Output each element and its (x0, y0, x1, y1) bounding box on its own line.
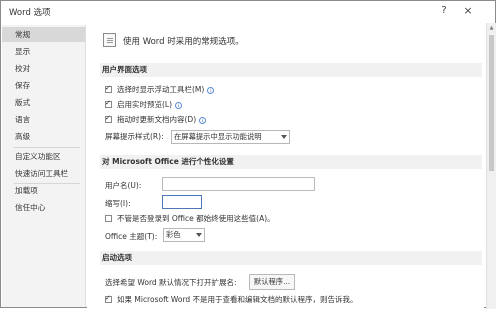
always-use-values-label: 不管是否登录到 Office 都始终使用这些值(A)。 (117, 214, 275, 223)
default-programs-button[interactable]: 默认程序... (249, 274, 295, 290)
office-theme-value: 彩色 (166, 230, 181, 239)
screentip-value: 在屏幕提示中显示功能说明 (174, 132, 262, 141)
sidebar-item-quick-access-toolbar[interactable]: 快速访问工具栏 (2, 166, 85, 181)
sidebar-item-customize-ribbon[interactable]: 自定义功能区 (2, 149, 85, 164)
section-ui-options: 用户界面选项 (100, 63, 482, 77)
intro-text: 使用 Word 时采用的常规选项。 (123, 37, 244, 47)
sidebar-separator (14, 147, 80, 148)
screentip-label: 屏幕提示样式(R): (105, 132, 164, 141)
update-while-dragging-label: 拖动时更新文档内容(D) (117, 115, 197, 124)
options-sidebar: 常规 显示 校对 保存 版式 语言 高级 自定义功能区 快速访问工具栏 加载项 … (2, 25, 86, 307)
live-preview-checkbox[interactable] (105, 99, 112, 108)
sidebar-item-proofing[interactable]: 校对 (2, 61, 85, 76)
default-extensions-label: 选择希望 Word 默认情况下打开扩展名: (105, 278, 237, 287)
general-options-icon (103, 33, 116, 47)
sidebar-item-advanced[interactable]: 高级 (2, 129, 85, 144)
mini-toolbar-label: 选择时显示浮动工具栏(M) (117, 85, 205, 94)
username-field[interactable] (162, 177, 315, 191)
chevron-down-icon (281, 135, 287, 139)
always-use-values-checkbox[interactable] (105, 215, 112, 222)
screentip-row: 屏幕提示样式(R): (105, 131, 164, 145)
default-program-notify-checkbox[interactable] (105, 294, 112, 303)
sidebar-item-trust-center[interactable]: 信任中心 (2, 200, 85, 215)
chevron-down-icon (196, 233, 202, 237)
username-label: 用户名(U): (105, 181, 142, 190)
close-icon[interactable]: × (460, 3, 476, 19)
live-preview-label: 启用实时预览(L) (117, 100, 173, 109)
section-startup-options: 启动选项 (100, 251, 482, 265)
section-personalize: 对 Microsoft Office 进行个性化设置 (100, 155, 482, 169)
scroll-up-icon[interactable]: ▲ (487, 25, 496, 31)
sidebar-item-display[interactable]: 显示 (2, 44, 85, 59)
vertical-scrollbar[interactable]: ▲ (486, 23, 496, 309)
initials-label: 缩写(I): (105, 199, 131, 208)
initials-field[interactable] (162, 195, 202, 209)
sidebar-item-general[interactable]: 常规 (2, 27, 85, 42)
mini-toolbar-checkbox[interactable] (105, 84, 112, 93)
update-while-dragging-checkbox[interactable] (105, 114, 112, 123)
sidebar-item-save[interactable]: 保存 (2, 78, 85, 93)
default-extensions-row: 选择希望 Word 默认情况下打开扩展名: (105, 277, 237, 291)
default-program-notify-label: 如果 Microsoft Word 不是用于查看和编辑文档的默认程序，则告诉我。 (117, 295, 358, 304)
general-options-panel: 使用 Word 时采用的常规选项。 用户界面选项 选择时显示浮动工具栏(M)i … (87, 23, 484, 309)
title-bar: Word 选项 ? × (1, 1, 495, 23)
info-icon[interactable]: i (199, 117, 207, 124)
office-theme-label: Office 主题(T): (105, 232, 158, 241)
info-icon[interactable]: i (207, 87, 215, 94)
sidebar-item-layout[interactable]: 版式 (2, 95, 85, 110)
scrollbar-thumb[interactable] (489, 35, 494, 171)
sidebar-item-add-ins[interactable]: 加载项 (2, 183, 85, 198)
office-theme-dropdown[interactable]: 彩色 (163, 228, 205, 242)
help-icon[interactable]: ? (436, 3, 452, 19)
office-theme-row: Office 主题(T): (105, 231, 157, 245)
window-title: Word 选项 (9, 8, 51, 18)
sidebar-item-language[interactable]: 语言 (2, 112, 85, 127)
info-icon[interactable]: i (175, 102, 183, 109)
username-row: 用户名(U): (105, 180, 141, 194)
word-options-window: Word 选项 ? × 常规 显示 校对 保存 版式 语言 高级 自定义功能区 … (0, 0, 496, 309)
screentip-style-dropdown[interactable]: 在屏幕提示中显示功能说明 (171, 130, 290, 144)
initials-row: 缩写(I): (105, 198, 131, 212)
